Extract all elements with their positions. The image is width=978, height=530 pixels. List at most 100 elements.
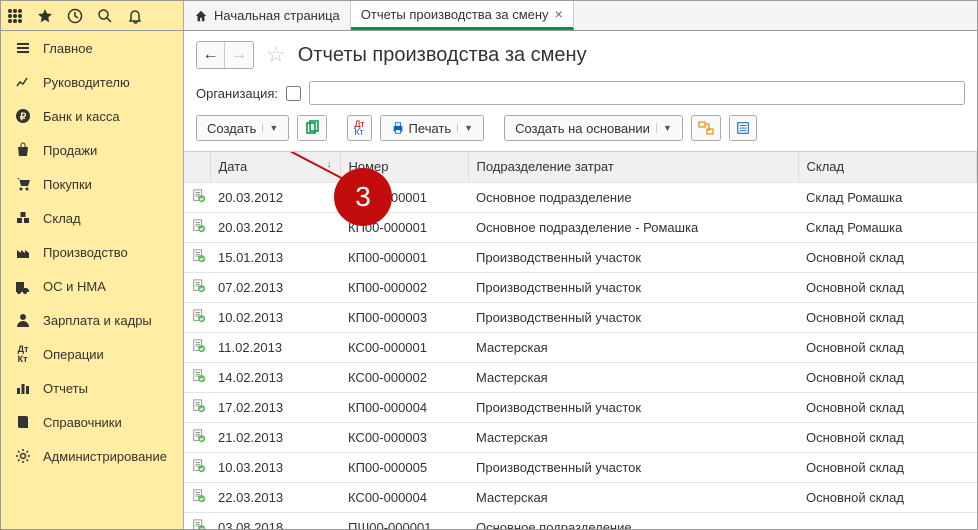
cell-stock: Основной склад	[798, 482, 977, 512]
tabs: Начальная страница Отчеты производства з…	[184, 1, 977, 30]
cell-stock: Основной склад	[798, 362, 977, 392]
topbar: Начальная страница Отчеты производства з…	[1, 1, 977, 31]
cell-dept: Мастерская	[468, 482, 798, 512]
cell-date: 21.02.2013	[210, 422, 340, 452]
star-icon[interactable]	[37, 8, 53, 24]
sidebar-item-payroll[interactable]: Зарплата и кадры	[1, 303, 183, 337]
row-status-icon	[184, 212, 210, 242]
cell-dept: Основное подразделение - Ромашка	[468, 212, 798, 242]
nav-forward[interactable]: →	[225, 42, 253, 68]
chevron-down-icon[interactable]: ▼	[262, 123, 278, 133]
tab-reports[interactable]: Отчеты производства за смену ×	[351, 1, 574, 30]
col-icon[interactable]	[184, 152, 210, 182]
table-row[interactable]: 21.02.2013КС00-000003МастерскаяОсновной …	[184, 422, 977, 452]
print-button[interactable]: Печать▼	[380, 115, 485, 141]
col-stock[interactable]: Склад	[798, 152, 977, 182]
copy-button[interactable]	[297, 115, 327, 141]
org-label: Организация:	[196, 86, 278, 101]
history-icon[interactable]	[67, 8, 83, 24]
cell-number: КП00-000002	[340, 272, 468, 302]
cart-icon	[15, 176, 31, 192]
page-title: Отчеты производства за смену	[298, 44, 587, 67]
table-row[interactable]: 07.02.2013КП00-000002Производственный уч…	[184, 272, 977, 302]
table-row[interactable]: 22.03.2013КС00-000004МастерскаяОсновной …	[184, 482, 977, 512]
cell-number: КС00-000001	[340, 332, 468, 362]
cell-dept: Производственный участок	[468, 272, 798, 302]
callout-badge: 3	[334, 168, 392, 226]
cell-date: 17.02.2013	[210, 392, 340, 422]
col-dept[interactable]: Подразделение затрат	[468, 152, 798, 182]
org-select[interactable]	[309, 81, 965, 105]
sidebar-item-assets[interactable]: ОС и НМА	[1, 269, 183, 303]
table-row[interactable]: 20.03.2012КС00-000001Основное подразделе…	[184, 182, 977, 212]
sidebar-item-main[interactable]: Главное	[1, 31, 183, 65]
create-from-button[interactable]: Создать на основании▼	[504, 115, 683, 141]
list-button[interactable]	[729, 115, 757, 141]
bell-icon[interactable]	[127, 8, 143, 24]
org-checkbox[interactable]	[286, 86, 301, 101]
table-row[interactable]: 15.01.2013КП00-000001Производственный уч…	[184, 242, 977, 272]
sidebar-item-operations[interactable]: ДтКтОперации	[1, 337, 183, 371]
cell-stock: Основной склад	[798, 392, 977, 422]
ruble-icon: ₽	[15, 108, 31, 124]
row-status-icon	[184, 182, 210, 212]
nav-back[interactable]: ←	[197, 42, 225, 68]
org-filter-row: Организация:	[184, 81, 977, 115]
home-icon	[194, 9, 208, 23]
table-row[interactable]: 11.02.2013КС00-000001МастерскаяОсновной …	[184, 332, 977, 362]
row-status-icon	[184, 302, 210, 332]
cell-stock: Склад Ромашка	[798, 182, 977, 212]
tab-active-label: Отчеты производства за смену	[361, 7, 549, 22]
table-row[interactable]: 20.03.2012КП00-000001Основное подразделе…	[184, 212, 977, 242]
cell-number: КС00-000003	[340, 422, 468, 452]
sidebar-item-sales[interactable]: Продажи	[1, 133, 183, 167]
close-icon[interactable]: ×	[555, 6, 563, 22]
boxes-icon	[15, 210, 31, 226]
menu-icon	[15, 40, 31, 56]
row-status-icon	[184, 392, 210, 422]
cell-number: ПШ00-000001	[340, 512, 468, 529]
cell-number: КП00-000004	[340, 392, 468, 422]
sidebar-item-directories[interactable]: Справочники	[1, 405, 183, 439]
cell-number: КП00-000003	[340, 302, 468, 332]
tab-home[interactable]: Начальная страница	[184, 1, 351, 30]
sidebar-item-manager[interactable]: Руководителю	[1, 65, 183, 99]
row-status-icon	[184, 332, 210, 362]
sidebar-item-production[interactable]: Производство	[1, 235, 183, 269]
dtkt-button[interactable]: ДтКт	[347, 115, 371, 141]
col-date[interactable]: Дата↓	[210, 152, 340, 182]
search-icon[interactable]	[97, 8, 113, 24]
table-row[interactable]: 03.08.2018ПШ00-000001Основное подразделе…	[184, 512, 977, 529]
cell-date: 10.03.2013	[210, 452, 340, 482]
sidebar-item-reports[interactable]: Отчеты	[1, 371, 183, 405]
tab-home-label: Начальная страница	[214, 8, 340, 23]
create-button[interactable]: Создать▼	[196, 115, 289, 141]
row-status-icon	[184, 482, 210, 512]
apps-icon[interactable]	[7, 8, 23, 24]
cell-date: 14.02.2013	[210, 362, 340, 392]
related-button[interactable]	[691, 115, 721, 141]
row-status-icon	[184, 242, 210, 272]
sidebar-item-purchases[interactable]: Покупки	[1, 167, 183, 201]
sidebar-item-bank[interactable]: ₽Банк и касса	[1, 99, 183, 133]
table-row[interactable]: 14.02.2013КС00-000002МастерскаяОсновной …	[184, 362, 977, 392]
cell-date: 22.03.2013	[210, 482, 340, 512]
cell-dept: Мастерская	[468, 362, 798, 392]
row-status-icon	[184, 422, 210, 452]
content: ← → ☆ Отчеты производства за смену Орган…	[184, 31, 977, 529]
table-row[interactable]: 10.02.2013КП00-000003Производственный уч…	[184, 302, 977, 332]
chevron-down-icon[interactable]: ▼	[457, 123, 473, 133]
sidebar-item-warehouse[interactable]: Склад	[1, 201, 183, 235]
cell-dept: Производственный участок	[468, 302, 798, 332]
cell-number: КС00-000002	[340, 362, 468, 392]
chevron-down-icon[interactable]: ▼	[656, 123, 672, 133]
bag-icon	[15, 142, 31, 158]
cell-dept: Основное подразделение	[468, 182, 798, 212]
sidebar-item-admin[interactable]: Администрирование	[1, 439, 183, 473]
favorite-star[interactable]: ☆	[262, 42, 290, 68]
table-row[interactable]: 10.03.2013КП00-000005Производственный уч…	[184, 452, 977, 482]
row-status-icon	[184, 512, 210, 529]
gear-icon	[15, 448, 31, 464]
table-row[interactable]: 17.02.2013КП00-000004Производственный уч…	[184, 392, 977, 422]
svg-text:₽: ₽	[20, 112, 27, 123]
